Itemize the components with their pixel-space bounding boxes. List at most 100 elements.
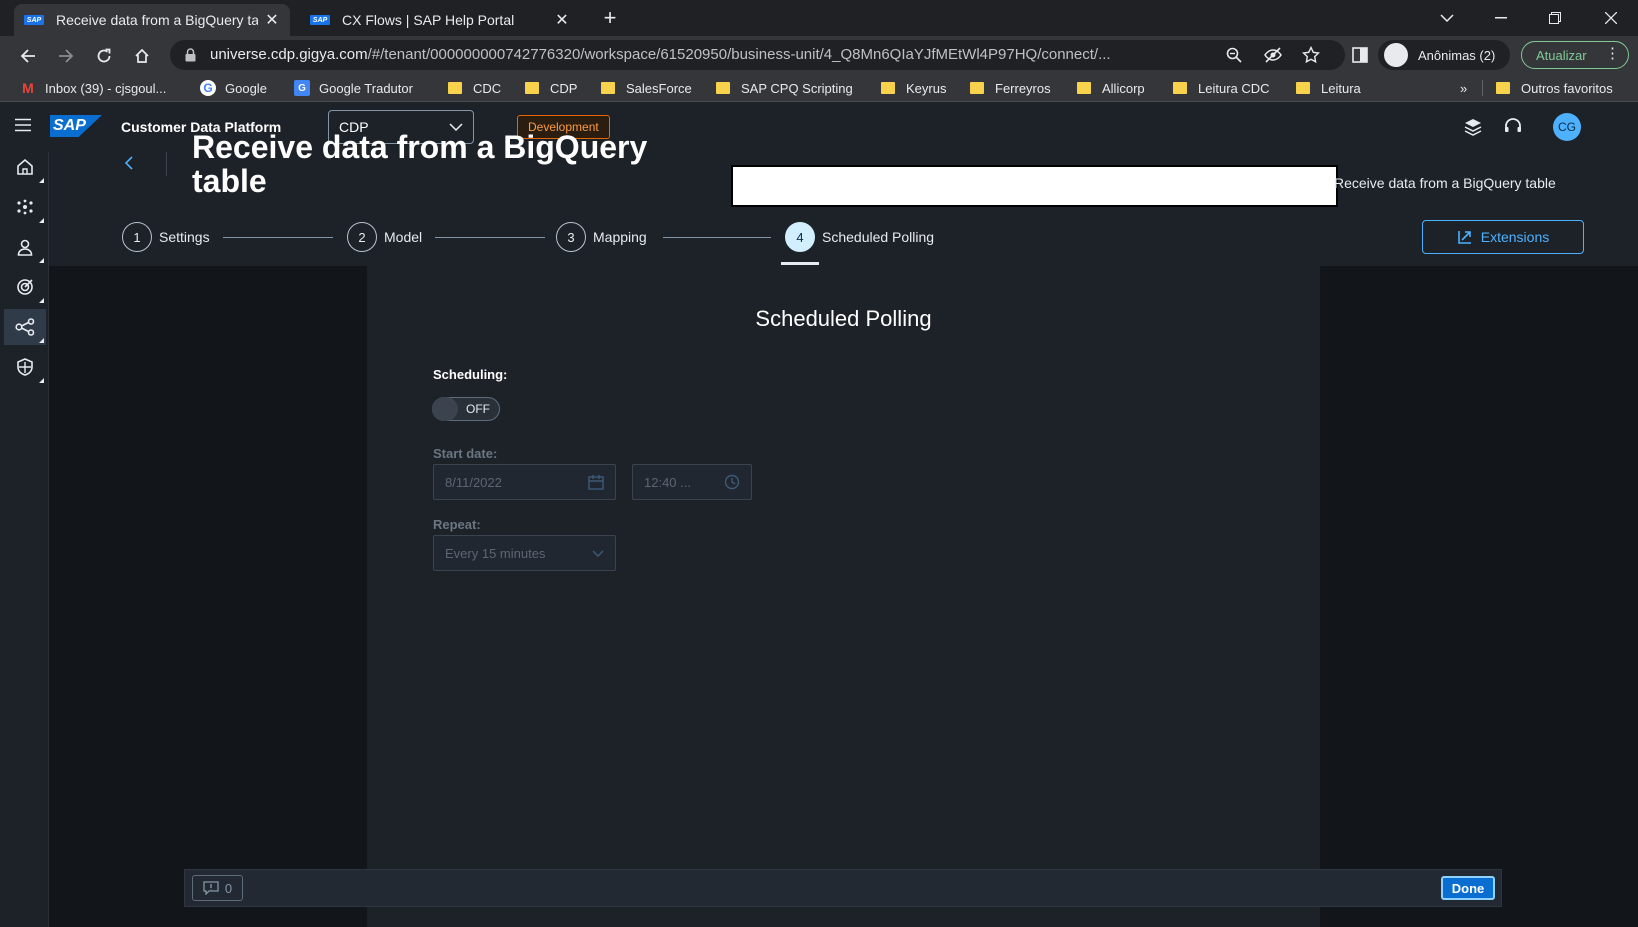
page-background-left: [49, 266, 367, 927]
bookmark-item[interactable]: G Google: [200, 78, 267, 98]
star-icon[interactable]: [1302, 46, 1320, 64]
url-text[interactable]: universe.cdp.gigya.com/#/tenant/00000000…: [210, 46, 1210, 63]
step-label: Model: [384, 229, 423, 245]
forward-arrow-icon[interactable]: [52, 42, 80, 70]
folder-icon: [881, 82, 895, 94]
breadcrumb-current: Receive data from a BigQuery table: [1334, 175, 1556, 191]
start-date-input[interactable]: 8/11/2022: [433, 464, 616, 500]
zoom-icon[interactable]: [1226, 47, 1242, 63]
incognito-icon: [1384, 43, 1408, 67]
shield-icon: [16, 358, 34, 376]
bookmark-folder[interactable]: Allicorp: [1077, 78, 1145, 98]
eye-off-icon[interactable]: [1264, 47, 1282, 63]
google-icon: G: [200, 80, 216, 96]
start-date-label: Start date:: [433, 446, 498, 461]
extension-arrows-icon: [1457, 229, 1473, 245]
repeat-select[interactable]: Every 15 minutes: [433, 535, 616, 571]
bookmark-folder[interactable]: Ferreyros: [970, 78, 1051, 98]
wizard-step-mapping[interactable]: 3 Mapping: [556, 222, 647, 252]
bookmark-folder[interactable]: CDP: [525, 78, 577, 98]
bookmark-folder[interactable]: SAP CPQ Scripting: [716, 78, 853, 98]
wizard-step-model[interactable]: 2 Model: [347, 222, 422, 252]
extensions-label: Extensions: [1480, 229, 1550, 245]
step-number: 1: [122, 222, 152, 252]
lock-icon: [185, 48, 196, 62]
folder-icon: [448, 82, 462, 94]
bookmark-folder[interactable]: SalesForce: [601, 78, 692, 98]
calendar-icon: [588, 474, 604, 490]
other-bookmarks-folder[interactable]: Outros favoritos: [1496, 78, 1613, 98]
step-connector: [435, 237, 545, 238]
step-label: Scheduled Polling: [822, 229, 935, 245]
message-popover-button[interactable]: 0: [192, 875, 243, 901]
footer-bar: [184, 869, 1502, 907]
close-tab-icon[interactable]: ✕: [554, 10, 570, 30]
bookmark-item[interactable]: M Inbox (39) - cjsgoul...: [20, 78, 166, 98]
layers-icon[interactable]: [1461, 115, 1485, 139]
side-panel-icon[interactable]: [1352, 47, 1368, 63]
step-number: 4: [785, 222, 815, 252]
bookmark-folder[interactable]: Leitura CDC: [1173, 78, 1270, 98]
form-panel: [367, 266, 1320, 927]
message-count: 0: [224, 880, 233, 896]
person-icon: [16, 238, 34, 256]
folder-icon: [1077, 82, 1091, 94]
tab-title: Receive data from a BigQuery tal: [56, 12, 258, 28]
chevron-down-icon: [592, 550, 604, 557]
page-title: Receive data from a BigQuery table: [192, 129, 648, 199]
minimize-icon[interactable]: [1474, 0, 1528, 36]
network-icon: [16, 198, 34, 216]
step-connector: [223, 237, 333, 238]
start-time-value: 12:40 ...: [644, 474, 691, 490]
start-time-input[interactable]: 12:40 ...: [632, 464, 752, 500]
side-nav-customers[interactable]: [4, 229, 46, 265]
tab-search-chevron-icon[interactable]: [1420, 0, 1474, 36]
folder-icon: [716, 82, 730, 94]
wizard-step-settings[interactable]: 1 Settings: [122, 222, 210, 252]
back-chevron-icon[interactable]: [124, 155, 140, 173]
side-nav-home[interactable]: [4, 149, 46, 185]
folder-icon: [1173, 82, 1187, 94]
browser-tab[interactable]: SAP CX Flows | SAP Help Portal ✕: [300, 4, 580, 36]
hamburger-menu-icon[interactable]: [14, 118, 32, 132]
close-window-icon[interactable]: [1584, 0, 1638, 36]
profile-button[interactable]: Anônimas (2): [1378, 40, 1510, 70]
wizard-step-scheduled-polling[interactable]: 4 Scheduled Polling: [785, 222, 934, 252]
done-button[interactable]: Done: [1441, 876, 1495, 900]
folder-icon: [970, 82, 984, 94]
side-nav-segments[interactable]: [4, 189, 46, 225]
scheduling-toggle[interactable]: OFF: [432, 397, 500, 421]
extensions-button[interactable]: Extensions: [1422, 220, 1584, 254]
repeat-label: Repeat:: [433, 517, 481, 532]
bookmark-folder[interactable]: Keyrus: [881, 78, 946, 98]
side-nav-activation[interactable]: [4, 269, 46, 305]
more-menu-icon: ⋮: [1605, 45, 1620, 62]
reload-icon[interactable]: [90, 42, 118, 70]
bookmark-folder[interactable]: Leitura: [1296, 78, 1361, 98]
section-title: Scheduled Polling: [755, 306, 932, 331]
home-icon[interactable]: [128, 42, 156, 70]
support-headset-icon[interactable]: [1501, 115, 1525, 139]
update-label: Atualizar: [1536, 47, 1587, 63]
step-number: 3: [556, 222, 586, 252]
folder-icon: [1296, 82, 1310, 94]
home-icon: [16, 158, 34, 176]
user-avatar[interactable]: CG: [1553, 113, 1581, 141]
sap-favicon-icon: SAP: [310, 15, 330, 25]
share-connect-icon: [15, 318, 35, 336]
side-nav-connect[interactable]: [4, 309, 46, 345]
update-button[interactable]: Atualizar ⋮: [1521, 41, 1629, 69]
back-arrow-icon[interactable]: [14, 42, 42, 70]
bookmark-item[interactable]: G Google Tradutor: [294, 78, 413, 98]
restore-icon[interactable]: [1528, 0, 1582, 36]
bookmark-folder[interactable]: CDC: [448, 78, 501, 98]
browser-tab-active[interactable]: SAP Receive data from a BigQuery tal ✕: [14, 4, 290, 36]
new-tab-button[interactable]: +: [598, 6, 622, 30]
clock-icon: [724, 474, 740, 490]
step-connector: [663, 237, 771, 238]
close-tab-icon[interactable]: ✕: [264, 10, 280, 30]
header-divider: [166, 152, 167, 176]
bookmarks-overflow-button[interactable]: »: [1460, 78, 1467, 98]
folder-icon: [1496, 82, 1510, 94]
side-nav-privacy[interactable]: [4, 349, 46, 385]
